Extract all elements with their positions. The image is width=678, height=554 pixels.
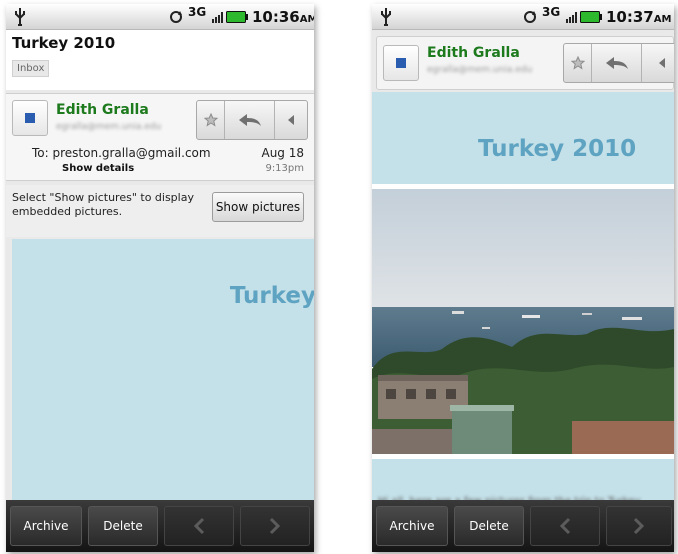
phone-screen-left: 3G 10:36AM Turkey 2010 Inbox Edith Grall… [6,4,314,552]
sync-icon [524,11,536,23]
network-type: 3G [188,5,207,19]
turkey-photo [372,189,674,454]
usb-icon [381,8,391,26]
reply-button[interactable] [592,44,642,82]
avatar[interactable] [12,100,48,136]
show-pictures-button[interactable]: Show pictures [212,192,304,222]
reply-icon [605,57,628,69]
chevron-right-icon [633,517,645,535]
delete-button[interactable]: Delete [88,506,158,546]
contact-icon [396,58,406,68]
sender-name[interactable]: Edith Gralla [427,45,520,61]
triangle-left-icon [659,58,665,68]
star-icon [570,56,585,70]
chevron-right-icon [269,517,281,535]
embedded-photo [372,184,674,459]
message-subject-area: Turkey 2010 Inbox [6,30,314,90]
network-type: 3G [542,5,561,19]
star-button[interactable] [564,44,592,82]
sender-email: egralla@mem.unia.edu [56,122,162,132]
phone-screen-right: 3G 10:37AM Edith Gralla egralla@mem.unia… [372,4,674,552]
previous-message-button[interactable] [530,506,600,546]
status-bar: 3G 10:36AM [6,4,314,30]
status-clock: 10:37AM [606,8,671,26]
show-pictures-notice: Select "Show pictures" to display embedd… [6,185,314,237]
inbox-label[interactable]: Inbox [12,60,50,77]
more-actions-button[interactable] [642,44,674,82]
archive-button[interactable]: Archive [10,506,82,546]
message-body: Turkey [12,239,314,500]
message-header-compact: Edith Gralla egralla@mem.unia.edu [376,36,674,90]
reply-icon [238,114,261,126]
bottom-toolbar: Archive Delete [6,500,314,552]
message-actions [563,43,674,83]
contact-icon [25,113,35,123]
message-time: 9:13pm [265,163,304,174]
message-actions [196,100,308,140]
star-button[interactable] [197,101,225,139]
next-message-button[interactable] [240,506,310,546]
signal-icon [212,12,223,23]
clock-time: 10:36 [252,8,300,26]
sync-icon [170,11,182,23]
clock-time: 10:37 [606,8,654,26]
avatar[interactable] [383,45,419,81]
body-title: Turkey 2010 [478,136,637,162]
chevron-left-icon [559,517,571,535]
status-clock: 10:36AM [252,8,314,26]
clock-ampm: AM [299,14,314,25]
pictures-notice-text: Select "Show pictures" to display embedd… [12,191,194,218]
signal-icon [566,12,577,23]
recipient-line: To: preston.gralla@gmail.com [32,146,211,160]
star-icon [203,113,218,127]
delete-button[interactable]: Delete [454,506,524,546]
clock-ampm: AM [653,14,672,25]
chevron-left-icon [193,517,205,535]
usb-icon [15,8,25,26]
message-body: Turkey 2010 [372,92,674,507]
triangle-left-icon [288,115,294,125]
archive-button[interactable]: Archive [376,506,448,546]
battery-icon [226,11,248,23]
show-details-link[interactable]: Show details [62,163,134,174]
reply-button[interactable] [225,101,275,139]
bottom-toolbar: Archive Delete [372,500,674,552]
previous-message-button[interactable] [164,506,234,546]
sender-name[interactable]: Edith Gralla [56,102,149,118]
body-title: Turkey [229,283,314,309]
next-message-button[interactable] [606,506,672,546]
sender-email: egralla@mem.unia.edu [427,65,533,75]
status-bar: 3G 10:37AM [372,4,674,30]
more-actions-button[interactable] [275,101,307,139]
battery-icon [580,11,602,23]
message-date: Aug 18 [261,146,304,160]
message-header: Edith Gralla egralla@mem.unia.edu To: pr… [6,93,314,181]
message-subject: Turkey 2010 [12,34,116,52]
